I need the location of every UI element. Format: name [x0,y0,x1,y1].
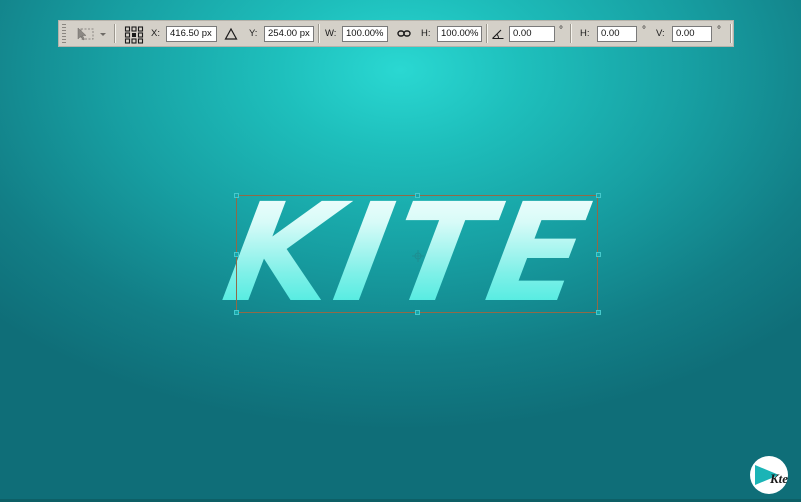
reference-point-grid-icon[interactable] [124,26,144,44]
angle-degree-unit: ° [559,25,563,36]
transform-handle-middle-right[interactable] [596,252,601,257]
transform-handle-top-right[interactable] [596,193,601,198]
transform-handle-bottom-left[interactable] [234,310,239,315]
rotate-angle-field[interactable]: 0.00 [509,26,555,42]
transform-handle-top-left[interactable] [234,193,239,198]
separator [318,24,319,43]
separator [114,24,115,43]
x-label: X: [151,28,160,39]
x-position-field[interactable]: 416.50 px [166,26,217,42]
y-position-field[interactable]: 254.00 px [264,26,314,42]
link-chain-icon[interactable] [397,26,411,42]
skew-h-label: H: [580,28,590,39]
rotate-angle-icon[interactable] [491,26,505,42]
skew-horizontal-field[interactable]: 0.00 [597,26,637,42]
transform-handle-top-center[interactable] [415,193,420,198]
separator [570,24,571,43]
logo-text: Kte [769,471,788,486]
skew-vertical-field[interactable]: 0.00 [672,26,712,42]
transform-handle-middle-left[interactable] [234,252,239,257]
move-transform-tool-icon[interactable] [75,26,97,42]
transform-handle-bottom-right[interactable] [596,310,601,315]
separator [730,24,731,43]
w-label: W: [325,28,337,39]
width-percent-field[interactable]: 100.00% [342,26,388,42]
kite-logo-icon: Kte [749,455,789,495]
transform-center-point-icon[interactable] [412,249,424,262]
height-percent-field[interactable]: 100.00% [437,26,482,42]
transform-handle-bottom-center[interactable] [415,310,420,315]
skew-h-degree-unit: ° [642,25,646,36]
delta-triangle-icon[interactable] [224,26,238,42]
h-label: H: [421,28,431,39]
options-bar-grip[interactable] [62,24,66,43]
skew-v-label: V: [656,28,665,39]
y-label: Y: [249,28,258,39]
chevron-down-icon[interactable] [99,26,107,42]
transform-options-bar: X: 416.50 px Y: 254.00 px W: 100.00% H: … [58,20,734,47]
skew-v-degree-unit: ° [717,25,721,36]
separator [486,24,487,43]
